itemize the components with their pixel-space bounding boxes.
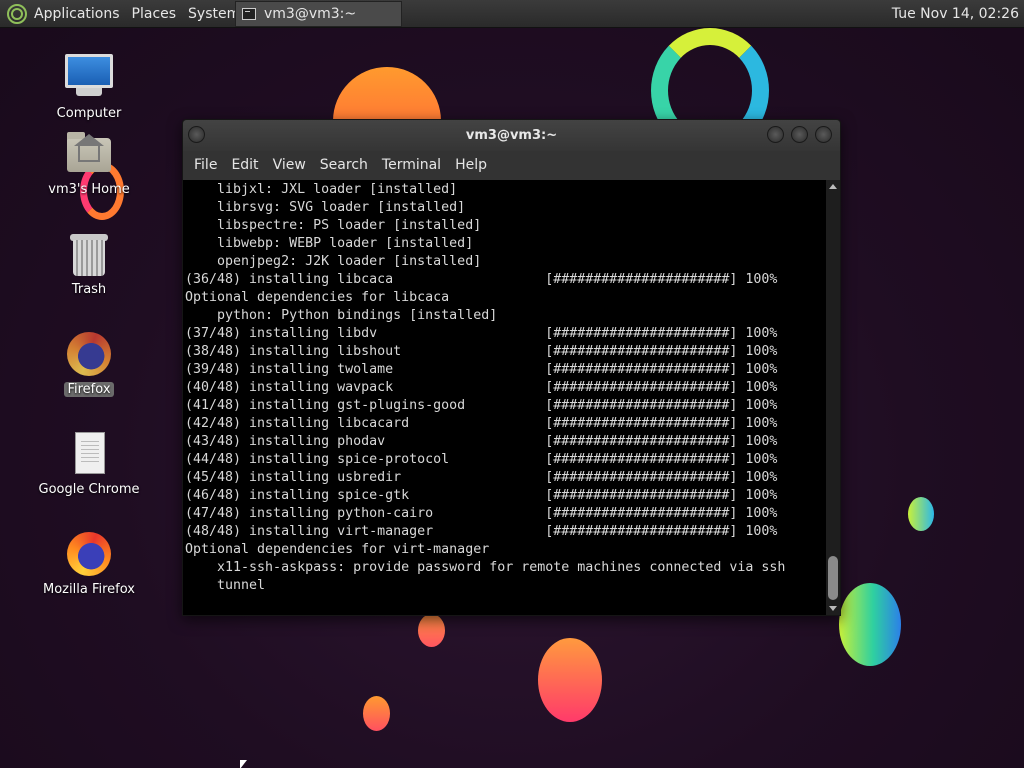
menu-file[interactable]: File <box>187 151 224 180</box>
computer-icon <box>65 54 113 102</box>
clock[interactable]: Tue Nov 14, 02:26 <box>892 0 1019 28</box>
top-panel: Applications Places System vm3@vm3:~ Tue… <box>0 0 1024 28</box>
wallpaper-small-orange-blob <box>418 614 445 647</box>
wallpaper-green-blob <box>839 583 901 666</box>
terminal-line: libwebp: WEBP loader [installed] <box>185 236 474 251</box>
desktop-icon-google-chrome[interactable]: Google Chrome <box>29 430 149 497</box>
desktop-icon-label: Firefox <box>64 382 114 397</box>
desktop-icon-label: Trash <box>71 282 107 297</box>
scroll-down-arrow-icon[interactable] <box>829 606 837 611</box>
terminal-line: python: Python bindings [installed] <box>185 308 498 323</box>
firefox-icon <box>65 530 113 578</box>
menu-edit[interactable]: Edit <box>224 151 265 180</box>
terminal-line: (39/48) installing twolame [############… <box>185 362 778 377</box>
document-icon <box>65 430 113 478</box>
taskbar-terminal-label: vm3@vm3:~ <box>264 6 357 22</box>
terminal-line: (37/48) installing libdv [##############… <box>185 326 778 341</box>
terminal-line: (44/48) installing spice-protocol [#####… <box>185 452 778 467</box>
terminal-line: openjpeg2: J2K loader [installed] <box>185 254 482 269</box>
terminal-line: (41/48) installing gst-plugins-good [###… <box>185 398 778 413</box>
terminal-line: x11-ssh-askpass: provide password for re… <box>185 560 786 575</box>
terminal-icon <box>242 8 256 20</box>
firefox-icon <box>65 330 113 378</box>
terminal-line: (36/48) installing libcaca [############… <box>185 272 778 287</box>
wallpaper-orange-blob <box>538 638 602 722</box>
desktop-icon-firefox[interactable]: Firefox <box>29 330 149 397</box>
terminal-line: libjxl: JXL loader [installed] <box>185 182 458 197</box>
terminal-titlebar[interactable]: vm3@vm3:~ <box>183 120 840 151</box>
terminal-menubar: File Edit View Search Terminal Help <box>183 151 840 180</box>
desktop-icon-computer[interactable]: Computer <box>29 50 149 121</box>
wallpaper-small-orange-blob-2 <box>363 696 390 731</box>
desktop-icon-label: vm3's Home <box>48 182 130 197</box>
desktop-icon-label: Mozilla Firefox <box>43 582 135 597</box>
close-button[interactable] <box>815 126 832 143</box>
terminal-line: tunnel <box>185 578 266 593</box>
desktop-icon-label: Computer <box>56 106 122 121</box>
mint-logo-icon[interactable] <box>7 3 27 24</box>
home-folder-icon <box>65 130 113 178</box>
terminal-line: (47/48) installing python-cairo [#######… <box>185 506 778 521</box>
taskbar-terminal-button[interactable]: vm3@vm3:~ <box>235 1 402 27</box>
desktop-icon-home[interactable]: vm3's Home <box>29 130 149 197</box>
mouse-pointer-icon <box>240 760 247 768</box>
minimize-button[interactable] <box>767 126 784 143</box>
window-menu-button[interactable] <box>188 126 205 143</box>
menu-view[interactable]: View <box>266 151 313 180</box>
desktop-icon-trash[interactable]: Trash <box>29 230 149 297</box>
desktop-icon-label: Google Chrome <box>38 482 140 497</box>
scroll-up-arrow-icon[interactable] <box>829 184 837 189</box>
terminal-window: vm3@vm3:~ File Edit View Search Terminal… <box>182 119 841 616</box>
menu-applications[interactable]: Applications <box>33 0 126 28</box>
terminal-output-area[interactable]: libjxl: JXL loader [installed] librsvg: … <box>183 180 840 615</box>
wallpaper-small-green-blob <box>908 497 934 531</box>
maximize-button[interactable] <box>791 126 808 143</box>
terminal-line: (46/48) installing spice-gtk [##########… <box>185 488 778 503</box>
window-title: vm3@vm3:~ <box>465 128 558 143</box>
terminal-output: libjxl: JXL loader [installed] librsvg: … <box>185 180 826 615</box>
scrollbar-thumb[interactable] <box>828 556 838 600</box>
menu-terminal[interactable]: Terminal <box>375 151 448 180</box>
menu-search[interactable]: Search <box>313 151 375 180</box>
terminal-line: Optional dependencies for virt-manager <box>185 542 490 557</box>
desktop-icon-mozilla-firefox[interactable]: Mozilla Firefox <box>29 530 149 597</box>
terminal-line: Optional dependencies for libcaca <box>185 290 450 305</box>
terminal-line: (38/48) installing libshout [###########… <box>185 344 778 359</box>
trash-icon <box>65 230 113 278</box>
terminal-scrollbar[interactable] <box>826 180 840 615</box>
terminal-line: librsvg: SVG loader [installed] <box>185 200 466 215</box>
terminal-line: (42/48) installing libcacard [##########… <box>185 416 778 431</box>
menu-help[interactable]: Help <box>448 151 494 180</box>
terminal-line: (45/48) installing usbredir [###########… <box>185 470 778 485</box>
terminal-line: (48/48) installing virt-manager [#######… <box>185 524 778 539</box>
terminal-line: libspectre: PS loader [installed] <box>185 218 482 233</box>
terminal-line: (40/48) installing wavpack [############… <box>185 380 778 395</box>
terminal-line: (43/48) installing phodav [#############… <box>185 434 778 449</box>
menu-places[interactable]: Places <box>126 0 183 28</box>
